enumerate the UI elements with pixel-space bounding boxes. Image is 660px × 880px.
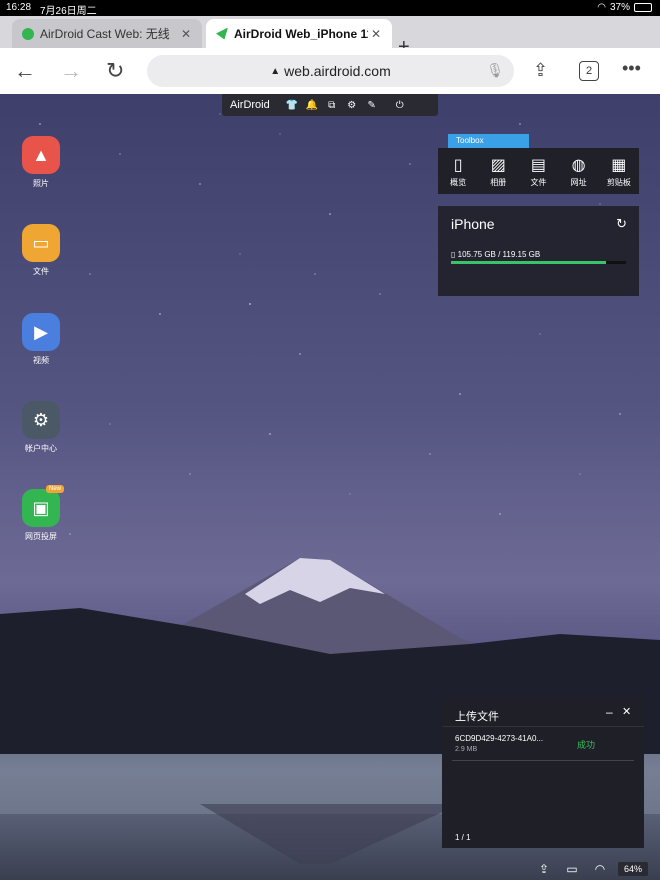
screen-icon[interactable]: ▭ — [558, 862, 586, 876]
microphone-icon[interactable]: 🎙 — [486, 62, 504, 79]
desktop-icon-files[interactable]: ▭ 文件 — [20, 224, 62, 277]
shirt-icon[interactable]: 👕 — [282, 100, 302, 111]
wifi-icon: ◠ — [597, 2, 606, 13]
tab-airdroid-web[interactable]: AirDroid Web_iPhone 11 ✕ — [206, 19, 392, 48]
gear-icon: ⚙ — [22, 401, 60, 439]
share-icon[interactable]: ⇪ — [533, 60, 548, 81]
storage-value: 105.75 GB / 119.15 GB — [457, 250, 541, 259]
site-icon: ▲ — [270, 65, 281, 77]
video-icon: ▶ — [22, 313, 60, 351]
globe-icon: ◍ — [571, 156, 586, 174]
new-badge: New — [45, 485, 64, 493]
toolbox-tag: Toolbox — [448, 134, 529, 148]
photo-icon: ▲ — [22, 136, 60, 174]
tab-title: AirDroid Cast Web: 无线 — [40, 27, 170, 41]
desktop-icon-label: 照片 — [33, 179, 49, 188]
close-icon[interactable]: ✕ — [622, 705, 631, 718]
toolbox-item-files[interactable]: ▤ 文件 — [521, 155, 555, 188]
clipboard-icon: ▦ — [611, 156, 627, 174]
more-icon[interactable]: ••• — [622, 58, 641, 79]
upload-status: 成功 — [577, 740, 596, 750]
close-tab-icon[interactable]: ✕ — [178, 27, 194, 41]
power-icon[interactable]: ⏻ — [390, 100, 410, 111]
tray-battery: 64% — [618, 862, 649, 876]
upload-title: 上传文件 — [455, 711, 499, 723]
gear-icon[interactable]: ⚙ — [342, 100, 362, 111]
tab-bar: AirDroid Cast Web: 无线 ✕ AirDroid Web_iPh… — [0, 16, 660, 58]
desktop-icon-account[interactable]: ⚙ 帐户中心 — [20, 401, 62, 454]
status-bar: 16:28 7月26日周二 ◠ 37% — [0, 0, 660, 17]
forward-icon[interactable]: → — [60, 58, 82, 84]
status-date: 7月26日周二 — [40, 6, 97, 17]
phone-icon: ▯ — [453, 156, 463, 174]
status-time: 16:28 — [6, 2, 32, 13]
toolbox-item-clipboard[interactable]: ▦ 剪贴板 — [602, 155, 636, 188]
airdroid-top-bar: AirDroid 👕 🔔 ⧉ ⚙ ✎ ⏻ — [222, 94, 438, 116]
url-text: web.airdroid.com — [284, 63, 391, 79]
tab-count-button[interactable]: 2 — [579, 61, 599, 81]
toolbox-item-label: 剪贴板 — [606, 177, 631, 187]
bottom-tray: ⇪ ▭ ◠ 64% — [530, 858, 660, 880]
desktop-icon-label: 网页投屏 — [25, 532, 57, 541]
upload-panel: 上传文件 – ✕ 6CD9D429-4273-41A0... 2.9 MB 成功… — [442, 698, 644, 848]
airdroid-favicon-icon — [216, 27, 228, 40]
storage-bar — [451, 261, 626, 264]
desktop-icon-video[interactable]: ▶ 视频 — [20, 313, 62, 366]
reload-icon[interactable]: ↻ — [106, 58, 124, 84]
toolbox-item-label: 文件 — [530, 177, 547, 187]
file-icon: ▤ — [530, 156, 547, 174]
toolbox-item-label: 概览 — [450, 177, 467, 187]
device-panel: iPhone ↻ ▯ 105.75 GB / 119.15 GB — [438, 206, 639, 296]
nav-bar: ← → ↻ ▲ web.airdroid.com 🎙 ⇪ 2 ••• — [0, 48, 660, 94]
storage-text: ▯ 105.75 GB / 119.15 GB — [451, 250, 541, 259]
desktop-icon-label: 文件 — [33, 267, 49, 276]
battery-icon — [634, 3, 652, 12]
airdroid-logo: AirDroid — [230, 99, 270, 111]
desktop-icon-label: 帐户中心 — [25, 444, 57, 453]
edit-icon[interactable]: ✎ — [362, 100, 382, 111]
toolbox-item-overview[interactable]: ▯ 概览 — [441, 155, 475, 188]
desktop-icon-web-cast[interactable]: ▣ New 网页投屏 — [20, 485, 64, 542]
folder-icon: ▭ — [22, 224, 60, 262]
refresh-icon[interactable]: ↻ — [616, 216, 627, 232]
desktop-icon-photos[interactable]: ▲ 照片 — [20, 136, 62, 189]
image-icon: ▨ — [490, 156, 506, 174]
toolbox-item-album[interactable]: ▨ 相册 — [481, 155, 515, 188]
desktop-icon-label: 视频 — [33, 356, 49, 365]
airdroid-cast-favicon-icon — [22, 27, 34, 40]
upload-file-name: 6CD9D429-4273-41A0... — [455, 734, 544, 743]
toolbox-panel: ▯ 概览 ▨ 相册 ▤ 文件 ◍ 网址 ▦ 剪贴板 — [438, 148, 639, 194]
divider — [442, 726, 644, 727]
divider — [452, 760, 634, 761]
device-name: iPhone — [451, 216, 495, 232]
battery-percent: 37% — [609, 2, 630, 13]
airdroid-desktop: AirDroid 👕 🔔 ⧉ ⚙ ✎ ⏻ ▲ 照片 ▭ 文件 ▶ 视频 ⚙ 帐户… — [0, 94, 660, 880]
tab-airdroid-cast[interactable]: AirDroid Cast Web: 无线 ✕ — [12, 19, 202, 48]
tab-title: AirDroid Web_iPhone 11 — [234, 26, 368, 41]
close-tab-icon[interactable]: ✕ — [368, 27, 384, 41]
upload-icon[interactable]: ⇪ — [530, 862, 558, 876]
toolbox-item-url[interactable]: ◍ 网址 — [562, 155, 596, 188]
bell-icon[interactable]: 🔔 — [302, 100, 322, 111]
toolbox-item-label: 网址 — [570, 177, 587, 187]
url-bar[interactable]: ▲ web.airdroid.com 🎙 — [147, 55, 514, 87]
upload-pager: 1 / 1 — [455, 833, 471, 842]
minimize-icon[interactable]: – — [606, 705, 613, 719]
cast-icon: ▣ New — [22, 485, 64, 527]
toolbox-item-label: 相册 — [490, 177, 507, 187]
back-icon[interactable]: ← — [14, 58, 36, 84]
upload-file-size: 2.9 MB — [455, 746, 478, 753]
storage-bar-fill — [451, 261, 607, 264]
wifi-icon[interactable]: ◠ — [586, 862, 614, 876]
copy-icon[interactable]: ⧉ — [322, 100, 342, 111]
